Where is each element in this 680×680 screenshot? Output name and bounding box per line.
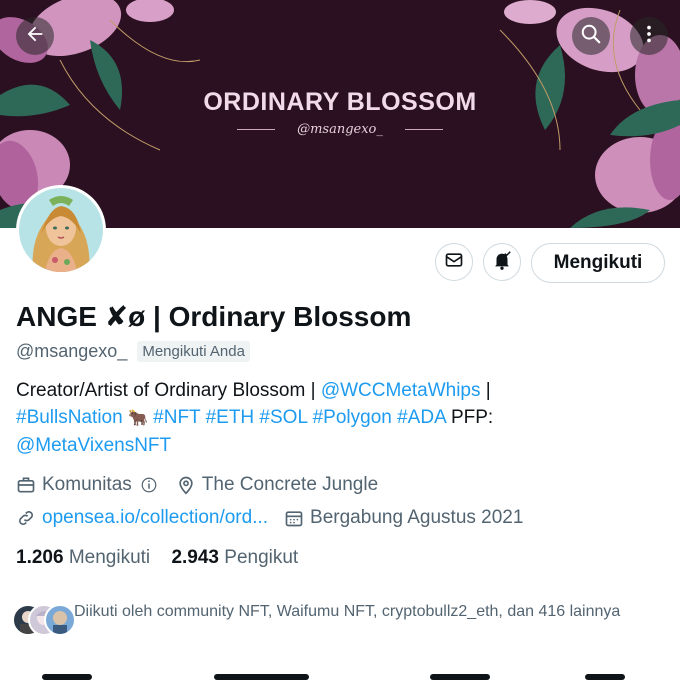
search-button[interactable] <box>572 17 610 55</box>
mail-icon <box>444 250 464 275</box>
bio-text: Creator/Artist of Ordinary Blossom | <box>16 380 321 401</box>
divider <box>404 129 443 130</box>
followers-label: Pengikut <box>224 547 299 568</box>
follow-counts: 1.206 Mengikuti 2.943 Pengikut <box>16 547 298 569</box>
username: @msangexo_ <box>16 341 128 361</box>
hashtag-link[interactable]: #BullsNation <box>16 407 123 428</box>
avatar[interactable] <box>16 185 106 275</box>
website-link[interactable]: opensea.io/collection/ord... <box>42 507 268 529</box>
followers-count-link[interactable]: 2.943 Pengikut <box>171 547 298 568</box>
profile-meta-row-1: Komunitas The Concrete Jungle <box>16 474 378 496</box>
following-count: 1.206 <box>16 547 64 568</box>
divider <box>237 129 276 130</box>
bull-emoji: 🐂 <box>127 410 148 427</box>
following-count-link[interactable]: 1.206 Mengikuti <box>16 547 150 568</box>
profile-category: Komunitas <box>42 474 132 495</box>
info-icon[interactable] <box>140 476 158 494</box>
profile-location: The Concrete Jungle <box>201 474 379 495</box>
display-name: ANGE ✘ø | Ordinary Blossom <box>16 301 412 332</box>
back-button[interactable] <box>16 17 54 55</box>
calendar-icon <box>284 508 304 528</box>
search-icon <box>580 23 602 50</box>
following-label: Mengikuti <box>68 547 151 568</box>
tab-replies[interactable] <box>214 674 309 680</box>
followed-by-text: Diikuti oleh community NFT, Waifumu NFT,… <box>74 603 621 620</box>
briefcase-icon <box>16 475 36 495</box>
avatar-image <box>19 188 103 272</box>
mention-link[interactable]: @WCCMetaWhips <box>321 380 481 401</box>
profile-meta-row-2: opensea.io/collection/ord... Bergabung A… <box>16 507 523 529</box>
arrow-left-icon <box>24 23 46 50</box>
avatar <box>44 604 76 636</box>
notifications-button[interactable] <box>483 243 521 281</box>
bio-text: PFP: <box>445 407 494 428</box>
more-vertical-icon <box>638 23 660 50</box>
banner-title: ORDINARY BLOSSOM <box>203 88 477 116</box>
more-button[interactable] <box>630 17 668 55</box>
tab-likes[interactable] <box>585 674 625 680</box>
hashtag-links[interactable]: #NFT #ETH #SOL #Polygon #ADA <box>148 407 446 428</box>
profile-tabs[interactable] <box>0 668 680 680</box>
bio-text: | <box>480 380 491 401</box>
follows-you-badge: Mengikuti Anda <box>137 341 250 362</box>
banner-handle: @msangexo_ <box>297 122 383 137</box>
bio: Creator/Artist of Ordinary Blossom | @WC… <box>16 377 656 459</box>
followed-by[interactable]: Diikuti oleh community NFT, Waifumu NFT,… <box>12 600 634 638</box>
follower-avatars <box>12 604 76 638</box>
link-icon <box>16 508 36 528</box>
bell-check-icon <box>491 249 513 276</box>
banner-handle-row: @msangexo_ <box>0 122 680 137</box>
mention-link[interactable]: @MetaVixensNFT <box>16 435 171 456</box>
tab-media[interactable] <box>430 674 490 680</box>
joined-date: Bergabung Agustus 2021 <box>310 507 524 528</box>
message-button[interactable] <box>435 243 473 281</box>
location-icon <box>176 475 196 495</box>
followers-count: 2.943 <box>171 547 219 568</box>
tab-tweets[interactable] <box>42 674 92 680</box>
handle-row: @msangexo_ Mengikuti Anda <box>16 341 250 362</box>
following-button[interactable]: Mengikuti <box>531 243 665 283</box>
